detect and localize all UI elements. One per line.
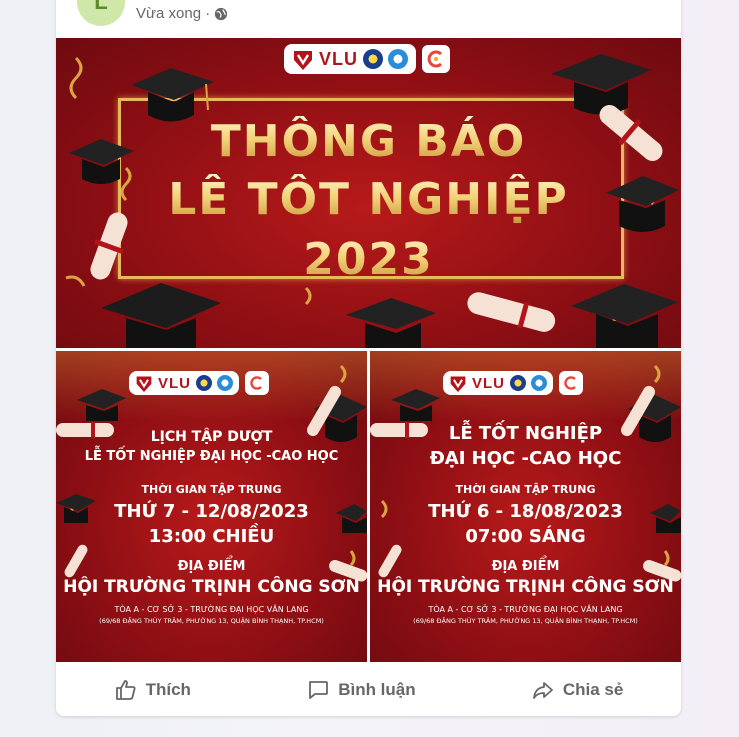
- vlu-shield-icon: [450, 376, 466, 392]
- c-logo: [559, 371, 583, 395]
- time-label: THỜI GIAN TẬP TRUNG: [141, 483, 282, 496]
- post-image-left[interactable]: VLU LỊCH TẬP DƯỢT LỄ TỐT NGHIỆP ĐẠI HỌC …: [56, 351, 367, 662]
- c-logo: [245, 371, 269, 395]
- post-meta: Vừa xong ·: [136, 5, 228, 22]
- vlu-logo-text: VLU: [319, 48, 358, 69]
- graduation-cap-icon: [571, 284, 678, 348]
- banner-title-year: 2023: [56, 234, 681, 285]
- youth-union-logo: [196, 375, 212, 391]
- c-logo-icon: [427, 50, 443, 68]
- youth-union-logo: [363, 49, 383, 69]
- comment-icon: [309, 681, 329, 699]
- place-label: ĐỊA ĐIỂM: [177, 559, 246, 574]
- logo-bar: VLU: [443, 371, 583, 395]
- thumbs-up-icon: [115, 680, 136, 700]
- address-line1: TÒA A - CƠ SỞ 3 - TRƯỜNG ĐẠI HỌC VĂN LAN…: [114, 605, 309, 614]
- event-date: THỨ 7 - 12/08/2023: [56, 501, 367, 522]
- address-line2: (69/68 ĐẶNG THÙY TRÂM, PHƯỜNG 13, QUẬN B…: [99, 617, 324, 625]
- logo-bar: VLU: [284, 44, 450, 74]
- post-image-right[interactable]: VLU LỄ TỐT NGHIỆP ĐẠI HỌC -CAO HỌC THỜI …: [370, 351, 681, 662]
- globe-icon[interactable]: [214, 7, 228, 21]
- comment-button[interactable]: Bình luận: [292, 670, 429, 710]
- vlu-logo-text: VLU: [158, 374, 191, 392]
- share-label: Chia sẻ: [562, 680, 624, 699]
- student-association-logo: [217, 375, 233, 391]
- vlu-shield-icon: [136, 376, 152, 392]
- post-action-bar: Thích Bình luận Chia sẻ: [56, 665, 681, 715]
- address-line1: TÒA A - CƠ SỞ 3 - TRƯỜNG ĐẠI HỌC VĂN LAN…: [428, 605, 623, 614]
- diploma-scroll-icon: [467, 292, 556, 332]
- like-label: Thích: [145, 680, 191, 699]
- schedule-title: LỊCH TẬP DƯỢT: [56, 429, 367, 445]
- c-logo-icon: [564, 376, 576, 390]
- post-image-main[interactable]: VLU THÔNG BÁO LỄ TỐT NGHIỆP 2023: [56, 38, 681, 348]
- address-line2: (69/68 ĐẶNG THÙY TRÂM, PHƯỜNG 13, QUẬN B…: [413, 617, 638, 625]
- post-time[interactable]: Vừa xong ·: [136, 5, 210, 22]
- event-hour: 07:00 SÁNG: [370, 526, 681, 547]
- event-date: THỨ 6 - 18/08/2023: [370, 501, 681, 522]
- ceremony-title: LỄ TỐT NGHIỆP: [370, 423, 681, 444]
- banner-title-line1: THÔNG BÁO: [56, 116, 681, 167]
- ceremony-subtitle: ĐẠI HỌC -CAO HỌC: [370, 448, 681, 469]
- schedule-subtitle: LỄ TỐT NGHIỆP ĐẠI HỌC -CAO HỌC: [56, 449, 367, 464]
- time-label: THỜI GIAN TẬP TRUNG: [455, 483, 596, 496]
- banner-title-line2: LỄ TỐT NGHIỆP: [56, 174, 681, 225]
- graduation-cap-icon: [346, 298, 436, 348]
- graduation-cap-icon: [101, 283, 221, 348]
- student-association-logo: [531, 375, 547, 391]
- c-logo-icon: [250, 376, 262, 390]
- comment-label: Bình luận: [338, 680, 416, 699]
- place-label: ĐỊA ĐIỂM: [491, 559, 560, 574]
- vlu-logo: VLU: [129, 371, 239, 395]
- share-icon: [532, 682, 553, 699]
- vlu-shield-icon: [294, 51, 312, 70]
- c-logo: [422, 45, 450, 73]
- event-hour: 13:00 CHIỀU: [56, 526, 367, 547]
- like-button[interactable]: Thích: [100, 670, 205, 710]
- event-place: HỘI TRƯỜNG TRỊNH CÔNG SƠN: [370, 577, 681, 597]
- vlu-logo-text: VLU: [472, 374, 505, 392]
- event-place: HỘI TRƯỜNG TRỊNH CÔNG SƠN: [56, 577, 367, 597]
- share-button[interactable]: Chia sẻ: [517, 670, 637, 710]
- student-association-logo: [388, 49, 408, 69]
- youth-union-logo: [510, 375, 526, 391]
- vlu-logo: VLU: [284, 44, 416, 74]
- vlu-logo: VLU: [443, 371, 553, 395]
- logo-bar: VLU: [129, 371, 269, 395]
